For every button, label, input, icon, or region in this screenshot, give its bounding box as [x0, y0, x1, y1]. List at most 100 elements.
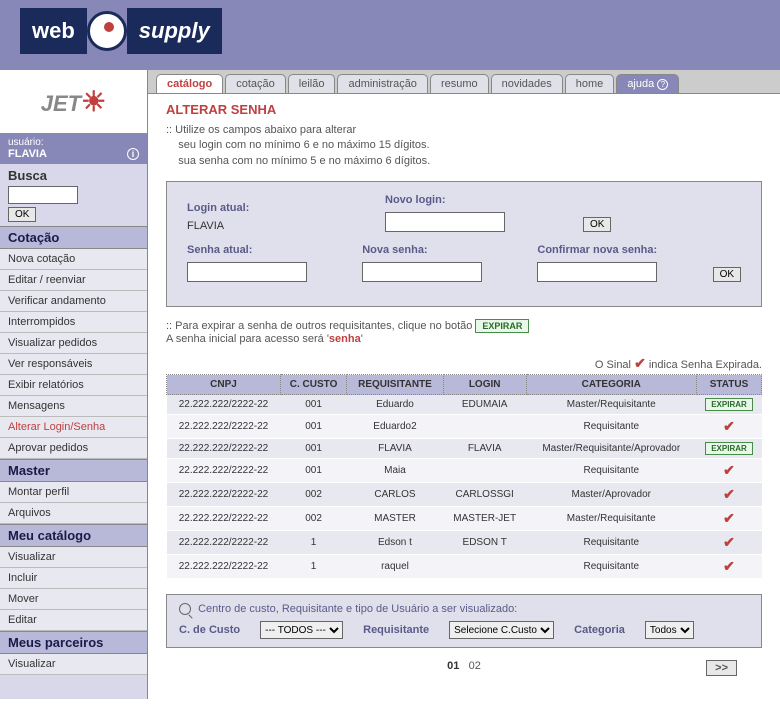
filter-custo-select[interactable]: --- TODOS --- — [260, 621, 343, 639]
expirar-row-button[interactable]: EXPIRAR — [705, 398, 753, 411]
confirmar-senha-label: Confirmar nova senha: — [537, 244, 672, 256]
page-2[interactable]: 02 — [469, 660, 481, 672]
senha-atual-input[interactable] — [187, 262, 307, 282]
tab-leilão[interactable]: leilão — [288, 74, 336, 93]
jet-logo: JET☀ — [0, 70, 147, 133]
hint-block: :: Para expirar a senha de outros requis… — [166, 319, 762, 345]
login-ok-button[interactable]: OK — [583, 217, 611, 232]
expirar-button[interactable]: EXPIRAR — [475, 319, 529, 333]
sidebar-section: Master — [0, 459, 147, 482]
sidebar-item[interactable]: Aprovar pedidos — [0, 438, 147, 459]
user-name: FLAVIA — [8, 148, 47, 160]
filter-req-label: Requisitante — [363, 624, 429, 636]
info-icon[interactable]: i — [127, 148, 139, 160]
table-row: 22.222.222/2222-22002MASTERMASTER-JETMas… — [167, 507, 762, 531]
check-icon: ✔ — [634, 355, 646, 371]
sidebar-item[interactable]: Mensagens — [0, 396, 147, 417]
intro-text: :: Utilize os campos abaixo para alterar… — [166, 123, 762, 169]
table-header: LOGIN — [443, 375, 526, 395]
tab-resumo[interactable]: resumo — [430, 74, 489, 93]
sidebar-item[interactable]: Verificar andamento — [0, 291, 147, 312]
sidebar-item[interactable]: Visualizar — [0, 547, 147, 568]
search-input[interactable] — [8, 186, 78, 204]
content: catálogocotaçãoleilãoadministraçãoresumo… — [148, 70, 780, 699]
tab-administração[interactable]: administração — [337, 74, 427, 93]
sidebar-section: Cotação — [0, 226, 147, 249]
check-icon: ✔ — [723, 462, 735, 478]
senha-atual-label: Senha atual: — [187, 244, 322, 256]
login-atual-value: FLAVIA — [187, 220, 224, 232]
table-header: CATEGORIA — [526, 375, 696, 395]
change-password-form: Login atual: FLAVIA Novo login: OK Senha… — [166, 181, 762, 307]
table-header: CNPJ — [167, 375, 281, 395]
tab-novidades[interactable]: novidades — [491, 74, 563, 93]
sidebar-item[interactable]: Interrompidos — [0, 312, 147, 333]
sidebar-item[interactable]: Editar / reenviar — [0, 270, 147, 291]
sidebar-item[interactable]: Visualizar — [0, 654, 147, 675]
websupply-logo: web supply — [20, 8, 222, 54]
user-label: usuário: — [8, 137, 139, 148]
table-row: 22.222.222/2222-22001MaiaRequisitante✔ — [167, 459, 762, 483]
check-icon: ✔ — [723, 510, 735, 526]
search-icon — [179, 603, 191, 615]
table-header: STATUS — [697, 375, 762, 395]
sidebar-section: Meu catálogo — [0, 524, 147, 547]
sidebar-item[interactable]: Exibir relatórios — [0, 375, 147, 396]
filter-box: Centro de custo, Requisitante e tipo de … — [166, 594, 762, 648]
app-header: web supply — [0, 0, 780, 70]
sidebar-item[interactable]: Montar perfil — [0, 482, 147, 503]
table-row: 22.222.222/2222-22001EduardoEDUMAIAMaste… — [167, 395, 762, 415]
search-block: Busca OK — [0, 164, 147, 226]
sidebar-item[interactable]: Ver responsáveis — [0, 354, 147, 375]
logo-supply: supply — [127, 8, 222, 54]
help-icon: ? — [657, 79, 668, 90]
page-title: ALTERAR SENHA — [166, 102, 762, 117]
table-header: REQUISITANTE — [347, 375, 444, 395]
sidebar-section: Meus parceiros — [0, 631, 147, 654]
check-icon: ✔ — [723, 534, 735, 550]
search-title: Busca — [8, 168, 139, 183]
tab-help[interactable]: ajuda ? — [616, 74, 679, 93]
check-icon: ✔ — [723, 418, 735, 434]
sidebar-item[interactable]: Mover — [0, 589, 147, 610]
sidebar-item[interactable]: Nova cotação — [0, 249, 147, 270]
page-1[interactable]: 01 — [447, 660, 459, 672]
table-row: 22.222.222/2222-221Edson tEDSON TRequisi… — [167, 531, 762, 555]
filter-cat-label: Categoria — [574, 624, 625, 636]
nova-senha-input[interactable] — [362, 262, 482, 282]
nova-senha-label: Nova senha: — [362, 244, 497, 256]
filter-cat-select[interactable]: Todos — [645, 621, 694, 639]
next-button[interactable]: >> — [706, 660, 737, 676]
table-row: 22.222.222/2222-22001Eduardo2Requisitant… — [167, 415, 762, 439]
check-icon: ✔ — [723, 558, 735, 574]
sidebar: JET☀ usuário: FLAVIA i Busca OK CotaçãoN… — [0, 70, 148, 699]
novo-login-input[interactable] — [385, 212, 505, 232]
users-table: CNPJC. CUSTOREQUISITANTELOGINCATEGORIAST… — [166, 374, 762, 579]
table-row: 22.222.222/2222-22001FLAVIAFLAVIAMaster/… — [167, 439, 762, 459]
user-block: usuário: FLAVIA i — [0, 133, 147, 164]
sidebar-item[interactable]: Visualizar pedidos — [0, 333, 147, 354]
sidebar-item[interactable]: Editar — [0, 610, 147, 631]
table-header: C. CUSTO — [280, 375, 346, 395]
tab-catálogo[interactable]: catálogo — [156, 74, 223, 93]
pager: 01 02 >> — [166, 648, 762, 684]
filter-req-select[interactable]: Selecione C.Custo — [449, 621, 554, 639]
sidebar-item[interactable]: Arquivos — [0, 503, 147, 524]
sidebar-item[interactable]: Incluir — [0, 568, 147, 589]
check-icon: ✔ — [723, 486, 735, 502]
table-row: 22.222.222/2222-22002CARLOSCARLOSSGIMast… — [167, 483, 762, 507]
confirmar-senha-input[interactable] — [537, 262, 657, 282]
filter-custo-label: C. de Custo — [179, 624, 240, 636]
logo-web: web — [20, 8, 87, 54]
login-atual-label: Login atual: — [187, 202, 345, 214]
search-ok-button[interactable]: OK — [8, 207, 36, 222]
tab-home[interactable]: home — [565, 74, 615, 93]
sidebar-item[interactable]: Alterar Login/Senha — [0, 417, 147, 438]
tab-cotação[interactable]: cotação — [225, 74, 286, 93]
senha-ok-button[interactable]: OK — [713, 267, 741, 282]
logo-icon — [87, 11, 127, 51]
expirar-row-button[interactable]: EXPIRAR — [705, 442, 753, 455]
table-row: 22.222.222/2222-221raquelRequisitante✔ — [167, 555, 762, 579]
tabs: catálogocotaçãoleilãoadministraçãoresumo… — [148, 70, 780, 94]
legend: O Sinal ✔ indica Senha Expirada. — [166, 355, 762, 372]
